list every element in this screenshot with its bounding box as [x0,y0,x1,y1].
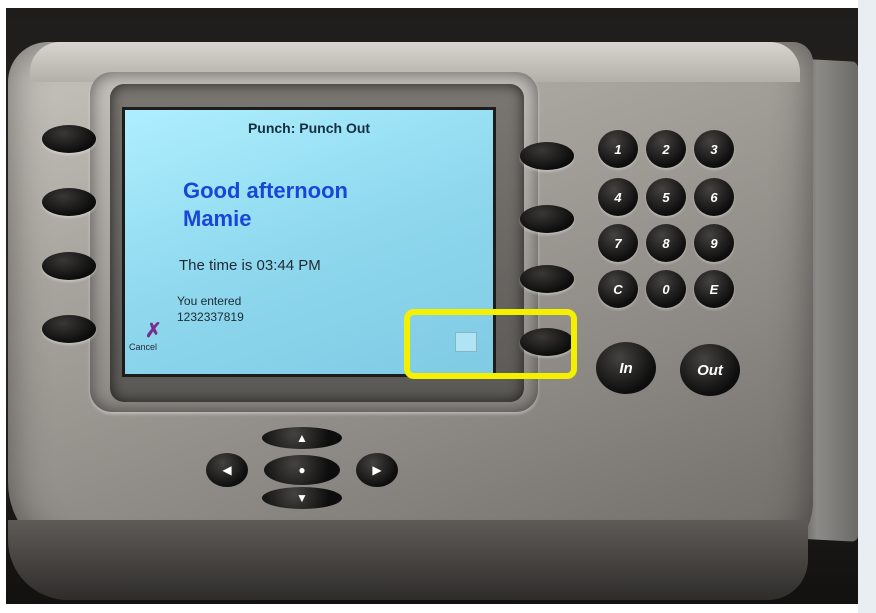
key-8[interactable]: 8 [646,224,686,262]
punch-in-button[interactable]: In [596,342,656,394]
key-c[interactable]: C [598,270,638,308]
nav-left-button[interactable]: ◀ [206,453,248,487]
left-softkey-3[interactable] [42,252,96,280]
nav-right-button[interactable]: ▶ [356,453,398,487]
left-softkey-2[interactable] [42,188,96,216]
right-panel [858,0,876,613]
right-softkey-3[interactable] [520,265,574,293]
key-3[interactable]: 3 [694,130,734,168]
screen-title: Punch: Punch Out [247,120,371,136]
left-softkey-1[interactable] [42,125,96,153]
key-e[interactable]: E [694,270,734,308]
left-softkey-4[interactable] [42,315,96,343]
nav-down-button[interactable]: ▼ [262,487,342,509]
key-7[interactable]: 7 [598,224,638,262]
cancel-label: Cancel [129,342,158,352]
punch-out-button[interactable]: Out [680,344,740,396]
navigation-pad: ▲ ● ▼ ◀ ▶ [206,425,398,515]
key-0[interactable]: 0 [646,270,686,308]
nav-up-button[interactable]: ▲ [262,427,342,449]
key-6[interactable]: 6 [694,178,734,216]
key-1[interactable]: 1 [598,130,638,168]
entered-label: You entered [177,294,242,308]
key-5[interactable]: 5 [646,178,686,216]
right-softkey-2[interactable] [520,205,574,233]
entered-value: 1232337819 [177,310,244,324]
cancel-icon[interactable]: ✗ [145,318,162,343]
key-2[interactable]: 2 [646,130,686,168]
time-text: The time is 03:44 PM [179,257,321,274]
greeting-text: Good afternoon [183,178,348,203]
kiosk-photo: Punch: Punch Out Good afternoon Mamie Th… [0,0,876,613]
key-4[interactable]: 4 [598,178,638,216]
highlight-annotation [404,309,577,379]
right-softkey-1[interactable] [520,142,574,170]
device-bottom-edge [8,520,808,600]
key-9[interactable]: 9 [694,224,734,262]
employee-name: Mamie [183,206,252,231]
nav-select-button[interactable]: ● [264,455,340,485]
